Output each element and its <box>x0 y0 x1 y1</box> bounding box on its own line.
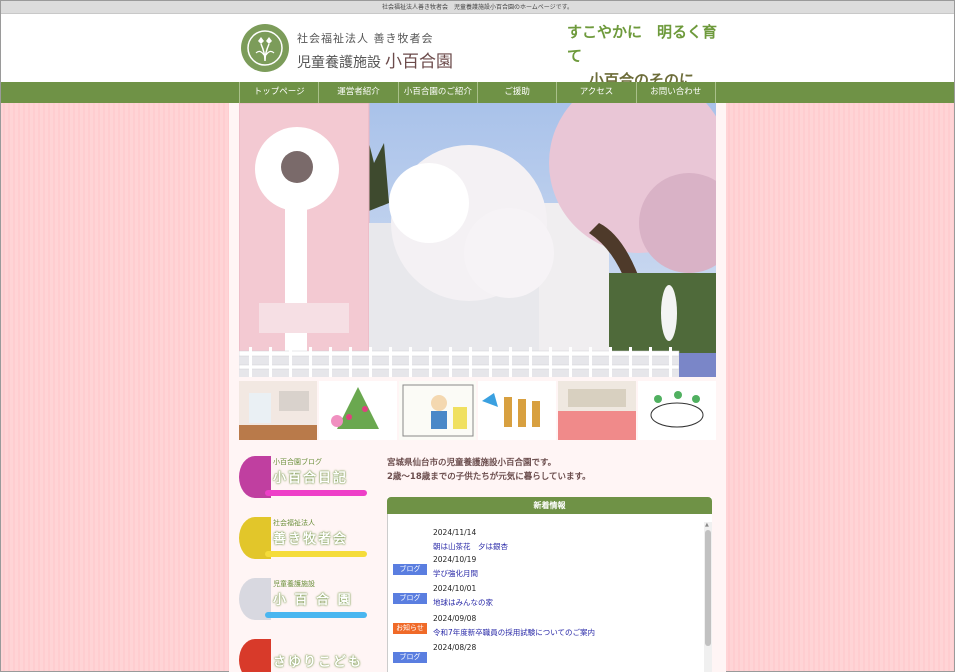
banner-blog-subtitle: 小百合園ブログ <box>273 458 322 466</box>
news-list[interactable]: 2024/11/14 朝は山茶花 夕は銀杏 ブログ 2024/10/19 学び強… <box>387 514 712 672</box>
photo-thumbnails <box>239 381 716 440</box>
hero-photo <box>239 103 716 377</box>
news-date: 2024/10/19 <box>433 555 477 564</box>
news-item: お知らせ 2024/09/08 令和7年度新卒職員の採用試験についてのご案内 <box>388 610 704 640</box>
banner-org-bar <box>265 551 367 557</box>
news-date: 2024/09/08 <box>433 614 477 623</box>
news-scrollbar[interactable]: ▲ <box>704 522 712 672</box>
banner-org-title: 善き牧者会 <box>273 532 349 547</box>
lily-emblem-icon[interactable] <box>241 24 289 72</box>
thumbnail-table-drawing[interactable] <box>638 381 716 440</box>
banner-yokibokushakai[interactable]: 社会福祉法人 善き牧者会 <box>239 515 369 561</box>
main-nav: トップページ 運営者紹介 小百合園のご紹介 ご援助 アクセス お問い合わせ <box>1 82 954 103</box>
intro-text: 宮城県仙台市の児童養護施設小百合園です。 2歳～18歳までの子供たちが元気に暮ら… <box>387 456 717 484</box>
banner-blog-bar <box>265 490 367 496</box>
news-item: ブログ 2024/10/01 地球はみんなの家 <box>388 580 704 610</box>
news-item: ブログ 2024/08/28 <box>388 639 704 669</box>
flower-icon <box>239 639 271 672</box>
top-info-text: 社会福祉法人善き牧者会 児童養護施設小百合園のホームページです。 <box>381 4 574 11</box>
news-date: 2024/08/28 <box>433 643 477 652</box>
news-item: ブログ 2024/10/19 学び強化月間 <box>388 551 704 581</box>
news-date: 2024/11/14 <box>433 528 477 537</box>
org-name: 社会福祉法人 善き牧者会 <box>297 32 434 45</box>
banner-facility-title: 小 百 合 園 <box>273 593 353 608</box>
banner-org-subtitle: 社会福祉法人 <box>273 519 315 527</box>
thumbnail-child-drawing[interactable] <box>398 381 477 440</box>
news-panel: 新着情報 2024/11/14 朝は山茶花 夕は銀杏 ブログ 2024/10/1… <box>387 497 712 672</box>
news-item: 2024/11/14 朝は山茶花 夕は銀杏 <box>388 524 704 554</box>
banner-sayurien[interactable]: 児童養護施設 小 百 合 園 <box>239 576 369 622</box>
news-tag-blog[interactable]: ブログ <box>393 593 427 604</box>
banner-facility-subtitle: 児童養護施設 <box>273 580 315 588</box>
thumbnail-room[interactable] <box>239 381 317 440</box>
facility-title[interactable]: 児童養護施設 小百合園 <box>297 47 453 72</box>
intro-line2: 2歳～18歳までの子供たちが元気に暮らしています。 <box>387 472 591 482</box>
thumbnail-christmas-drawing[interactable] <box>318 381 397 440</box>
banner-facility-bar <box>265 612 367 618</box>
intro-line1: 宮城県仙台市の児童養護施設小百合園です。 <box>387 458 557 468</box>
news-header: 新着情報 <box>387 497 712 514</box>
news-title-link[interactable]: 地球はみんなの家 <box>433 597 493 608</box>
scroll-thumb[interactable] <box>705 530 711 646</box>
nav-operator[interactable]: 運営者紹介 <box>318 82 397 103</box>
nav-top-page[interactable]: トップページ <box>239 82 318 103</box>
thumbnail-figures-drawing[interactable] <box>478 381 557 440</box>
news-tag-blog[interactable]: ブログ <box>393 564 427 575</box>
news-date: 2024/10/01 <box>433 584 477 593</box>
nav-about[interactable]: 小百合園のご紹介 <box>397 82 477 103</box>
news-title-link[interactable]: 学び強化月間 <box>433 568 478 579</box>
nav-access[interactable]: アクセス <box>556 82 635 103</box>
slogan-line1: すこやかに 明るく育て <box>567 23 718 65</box>
scroll-up-icon[interactable]: ▲ <box>705 522 709 528</box>
top-info-bar: 社会福祉法人善き牧者会 児童養護施設小百合園のホームページです。 <box>1 1 954 14</box>
news-title-link[interactable]: 令和7年度新卒職員の採用試験についてのご案内 <box>433 627 595 638</box>
banner-blog[interactable]: 小百合園ブログ 小百合日記 <box>239 454 369 500</box>
banner-sayuri-kodomoen[interactable]: さゆりこども園 <box>239 637 369 672</box>
news-tag-notice[interactable]: お知らせ <box>393 623 427 634</box>
thumbnail-dining-hall[interactable] <box>558 381 637 440</box>
nav-support[interactable]: ご援助 <box>476 82 556 103</box>
facility-type: 児童養護施設 <box>297 55 381 71</box>
facility-name: 小百合園 <box>385 52 453 72</box>
banner-blog-title: 小百合日記 <box>273 471 349 486</box>
news-tag-blog[interactable]: ブログ <box>393 652 427 663</box>
site-header: 社会福祉法人 善き牧者会 児童養護施設 小百合園 すこやかに 明るく育て 小百合の… <box>1 14 954 89</box>
banner-kodomoen-title: さゆりこども園 <box>273 655 364 670</box>
nav-contact[interactable]: お問い合わせ <box>635 82 716 103</box>
